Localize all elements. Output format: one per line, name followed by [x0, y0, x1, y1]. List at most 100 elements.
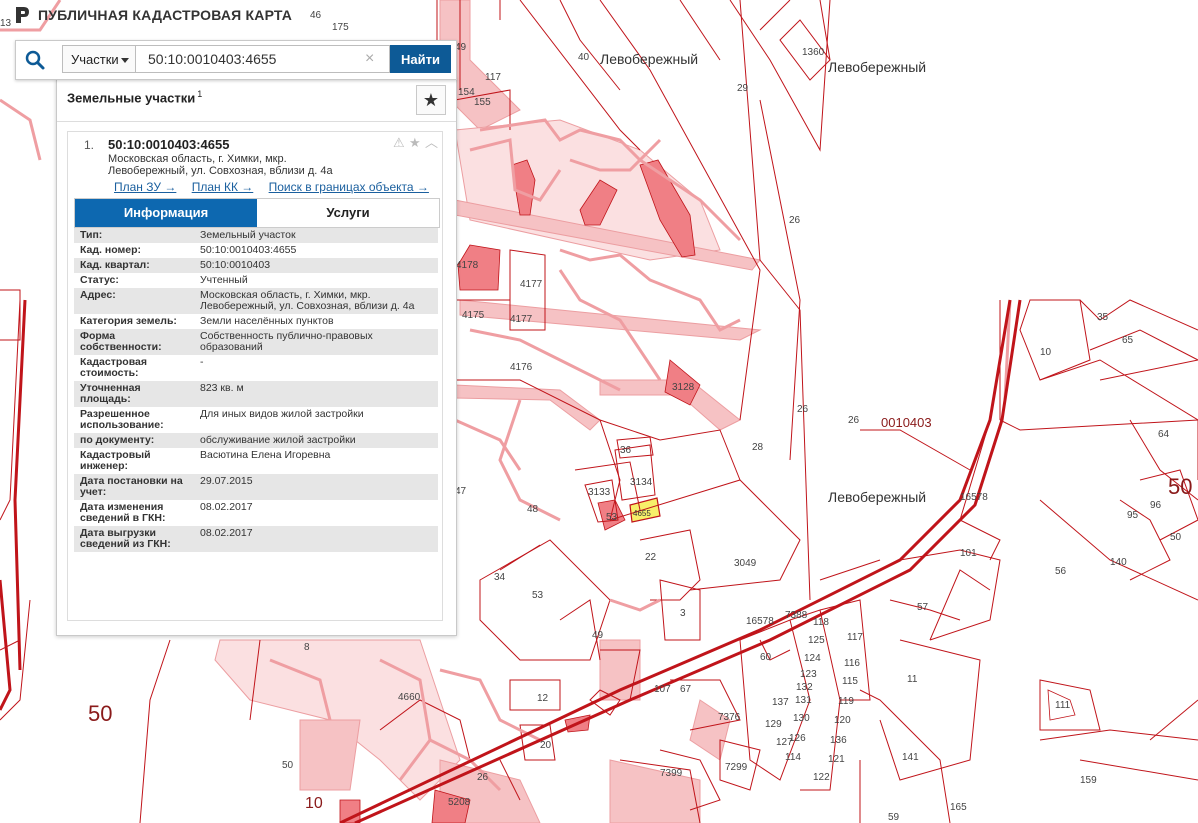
- parcel-label: 175: [332, 22, 349, 33]
- map-label: 50: [88, 701, 112, 726]
- parcel-label: 26: [848, 415, 860, 426]
- parcel-label: 29: [737, 83, 749, 94]
- result-address-line: Московская область, г. Химки, мкр.: [108, 153, 287, 165]
- plan-kk-link[interactable]: План КК →: [192, 180, 254, 194]
- info-key: Кадастровая стоимость:: [80, 356, 147, 379]
- info-value: Учтенный: [200, 274, 248, 286]
- search-button[interactable]: Найти: [390, 45, 451, 73]
- info-value-link[interactable]: 50:10:0010403: [194, 258, 438, 273]
- parcel-label: 165: [950, 802, 967, 813]
- info-row: Кад. квартал: 50:10:0010403: [74, 258, 438, 273]
- tab-information[interactable]: Информация: [75, 199, 257, 227]
- parcel-label: 4660: [398, 692, 421, 703]
- results-panel: Земельные участки 1 ★ 1. 50:10:0010403:46…: [56, 78, 457, 636]
- info-key: Категория земель:: [80, 315, 177, 327]
- result-card: 1. 50:10:0010403:4655 Московская область…: [67, 131, 443, 621]
- warning-icon[interactable]: ⚠: [393, 136, 406, 149]
- parcel-label: 7399: [660, 768, 683, 779]
- parcel-label: 10: [1040, 347, 1052, 358]
- parcel-label: 50: [282, 760, 294, 771]
- parcel-label: 8: [304, 642, 310, 653]
- parcel-label: 140: [1110, 557, 1127, 568]
- result-actions: ⚠ ★ ︿: [393, 136, 438, 149]
- parcel-label: 3133: [588, 487, 611, 498]
- parcel-label: 3: [680, 608, 686, 619]
- tab-services[interactable]: Услуги: [257, 199, 439, 227]
- info-key: по документу:: [74, 433, 194, 448]
- info-row: Кадастровая стоимость: -: [74, 355, 438, 381]
- info-value: Для иных видов жилой застройки: [200, 408, 364, 420]
- parcel-label: 35: [1097, 312, 1109, 323]
- app-header: ПУБЛИЧНАЯ КАДАСТРОВАЯ КАРТА: [0, 0, 292, 30]
- search-input[interactable]: [136, 45, 390, 73]
- result-cad-number[interactable]: 50:10:0010403:4655: [108, 137, 229, 152]
- parcel-label: 120: [834, 715, 851, 726]
- parcel-label: 49: [592, 630, 604, 641]
- info-value: обслуживание жилой застройки: [194, 433, 438, 448]
- search-in-bounds-link[interactable]: Поиск в границах объекта →: [269, 180, 429, 194]
- info-key: Кад. квартал:: [74, 258, 194, 273]
- parcel-label: 154: [458, 87, 475, 98]
- search-type-select[interactable]: Участки: [62, 45, 136, 73]
- map-label: 4655: [633, 509, 651, 518]
- parcel-label: 53: [606, 512, 618, 523]
- info-key: Уточненная площадь:: [74, 381, 194, 407]
- parcel-label: 123: [800, 669, 817, 680]
- parcel-label: 26: [797, 404, 809, 415]
- parcel-label: 36: [620, 445, 632, 456]
- parcel-label: 53: [532, 590, 544, 601]
- search-icon[interactable]: [24, 49, 46, 71]
- parcel-label: 4175: [462, 310, 485, 321]
- info-value: 823 кв. м: [194, 381, 438, 407]
- info-row: по документу: обслуживание жилой застройк…: [74, 433, 438, 448]
- parcel-label: 125: [808, 635, 825, 646]
- parcel-label: 96: [1150, 500, 1162, 511]
- info-row: Уточненная площадь: 823 кв. м: [74, 381, 438, 407]
- parcel-label: 129: [765, 719, 782, 730]
- info-key: Разрешенное использование:: [80, 408, 164, 431]
- parcel-label: 7388: [785, 610, 808, 621]
- plan-zu-link[interactable]: План ЗУ →: [114, 180, 176, 194]
- info-value: Московская область, г. Химки, мкр. Левоб…: [194, 288, 438, 314]
- pkk-logo-icon: [16, 7, 29, 23]
- info-row: Дата выгрузки сведений из ГКН: 08.02.2017: [74, 526, 438, 552]
- info-value: Земельный участок: [194, 228, 438, 243]
- info-value-link[interactable]: 50:10:0010403:4655: [194, 243, 438, 258]
- parcel-label: 3128: [672, 382, 695, 393]
- map-label: Левобережный: [828, 489, 926, 505]
- favorites-button[interactable]: ★: [416, 85, 446, 115]
- parcel-label: 136: [830, 735, 847, 746]
- parcel-label: 48: [527, 504, 539, 515]
- info-key: Адрес:: [74, 288, 194, 314]
- info-row: Дата изменения сведений в ГКН: 08.02.2017: [74, 500, 438, 526]
- map-label: 50: [1168, 474, 1192, 499]
- collapse-icon[interactable]: ︿: [425, 136, 438, 149]
- parcel-label: 121: [828, 754, 845, 765]
- parcel-label: 132: [796, 682, 813, 693]
- app-title: ПУБЛИЧНАЯ КАДАСТРОВАЯ КАРТА: [38, 7, 293, 23]
- parcel-label: 46: [310, 10, 322, 21]
- map-label: 0010403: [881, 415, 932, 430]
- parcel-label: 3049: [734, 558, 757, 569]
- star-icon[interactable]: ★: [409, 136, 422, 149]
- result-count: 1: [197, 89, 203, 99]
- parcel-label: 155: [474, 97, 491, 108]
- parcel-label: 22: [645, 552, 657, 563]
- info-row: Разрешенное использование: Для иных видов…: [74, 407, 438, 433]
- parcel-label: 137: [772, 697, 789, 708]
- info-key: Кадастровый инженер:: [80, 449, 151, 472]
- parcel-label: 20: [540, 740, 552, 751]
- clear-icon[interactable]: ×: [365, 50, 374, 68]
- parcel-label: 56: [1055, 566, 1067, 577]
- parcel-label: 16578: [746, 616, 774, 627]
- parcel-label: 141: [902, 752, 919, 763]
- info-row: Кадастровый инженер: Васютина Елена Игоре…: [74, 448, 438, 474]
- parcel-label: 11: [907, 674, 918, 685]
- parcel-label: 28: [752, 442, 764, 453]
- parcel-label: 26: [789, 215, 801, 226]
- parcel-label: 111: [1055, 700, 1071, 711]
- info-value: 29.07.2015: [194, 474, 438, 500]
- parcel-label: 34: [494, 572, 506, 583]
- parcel-label: 107: [654, 684, 671, 695]
- parcel-label: 119: [838, 696, 854, 707]
